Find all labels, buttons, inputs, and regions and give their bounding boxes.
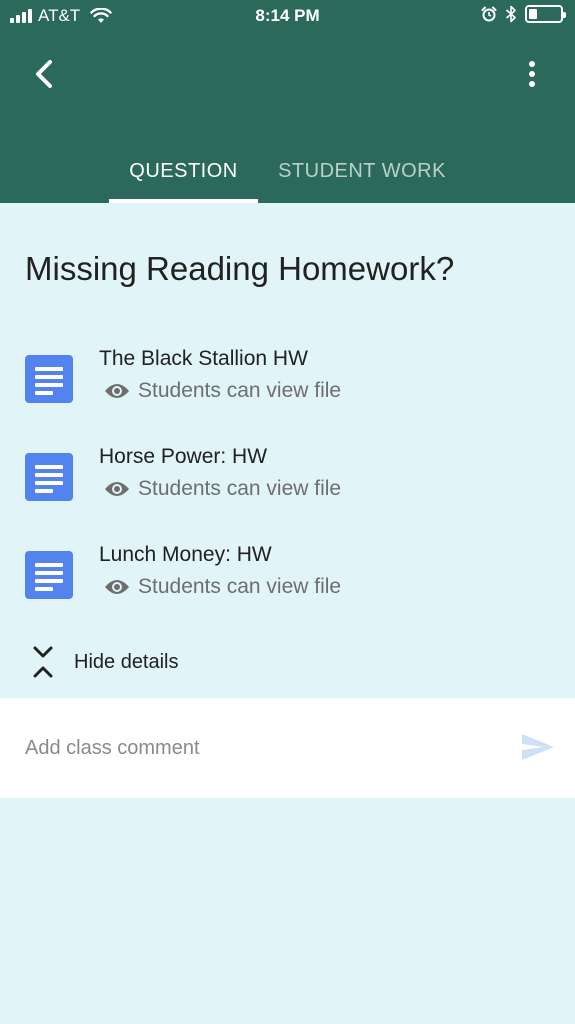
battery-icon [525, 5, 566, 23]
bluetooth-icon [505, 5, 516, 23]
eye-icon [105, 580, 129, 594]
attachment-item[interactable]: Lunch Money: HW Students can view file [0, 543, 575, 631]
alarm-icon [481, 6, 497, 22]
back-icon[interactable] [28, 56, 60, 92]
visibility-label: Students can view file [138, 477, 342, 500]
attachment-title: The Black Stallion HW [99, 347, 308, 370]
app-header: AT&T 8:14 PM QUESTION STUDENT WORK [0, 0, 575, 203]
more-vert-icon[interactable] [518, 58, 546, 92]
attachment-visibility: Students can view file [104, 477, 341, 501]
google-docs-icon [25, 551, 73, 599]
attachment-title: Horse Power: HW [99, 445, 268, 468]
tab-bar: QUESTION STUDENT WORK [0, 140, 575, 203]
attachment-visibility: Students can view file [104, 379, 341, 403]
question-title: Missing Reading Homework? [25, 250, 455, 287]
visibility-label: Students can view file [138, 575, 342, 598]
eye-icon [105, 384, 129, 398]
attachment-visibility: Students can view file [104, 575, 341, 599]
attachment-item[interactable]: Horse Power: HW Students can view file [0, 445, 575, 533]
collapse-icon [33, 646, 53, 678]
status-bar: AT&T 8:14 PM [0, 0, 575, 34]
hide-details-label: Hide details [74, 650, 179, 673]
hide-details-toggle[interactable]: Hide details [30, 642, 179, 682]
comment-bar [0, 698, 575, 798]
class-comment-input[interactable] [25, 728, 495, 768]
google-docs-icon [25, 355, 73, 403]
tab-question[interactable]: QUESTION [109, 140, 258, 203]
attachment-title: Lunch Money: HW [99, 543, 272, 566]
google-docs-icon [25, 453, 73, 501]
visibility-label: Students can view file [138, 379, 342, 402]
status-right [481, 5, 566, 23]
eye-icon [105, 482, 129, 496]
tab-student-work[interactable]: STUDENT WORK [262, 140, 462, 203]
send-icon[interactable] [520, 732, 556, 762]
attachment-item[interactable]: The Black Stallion HW Students can view … [0, 347, 575, 435]
